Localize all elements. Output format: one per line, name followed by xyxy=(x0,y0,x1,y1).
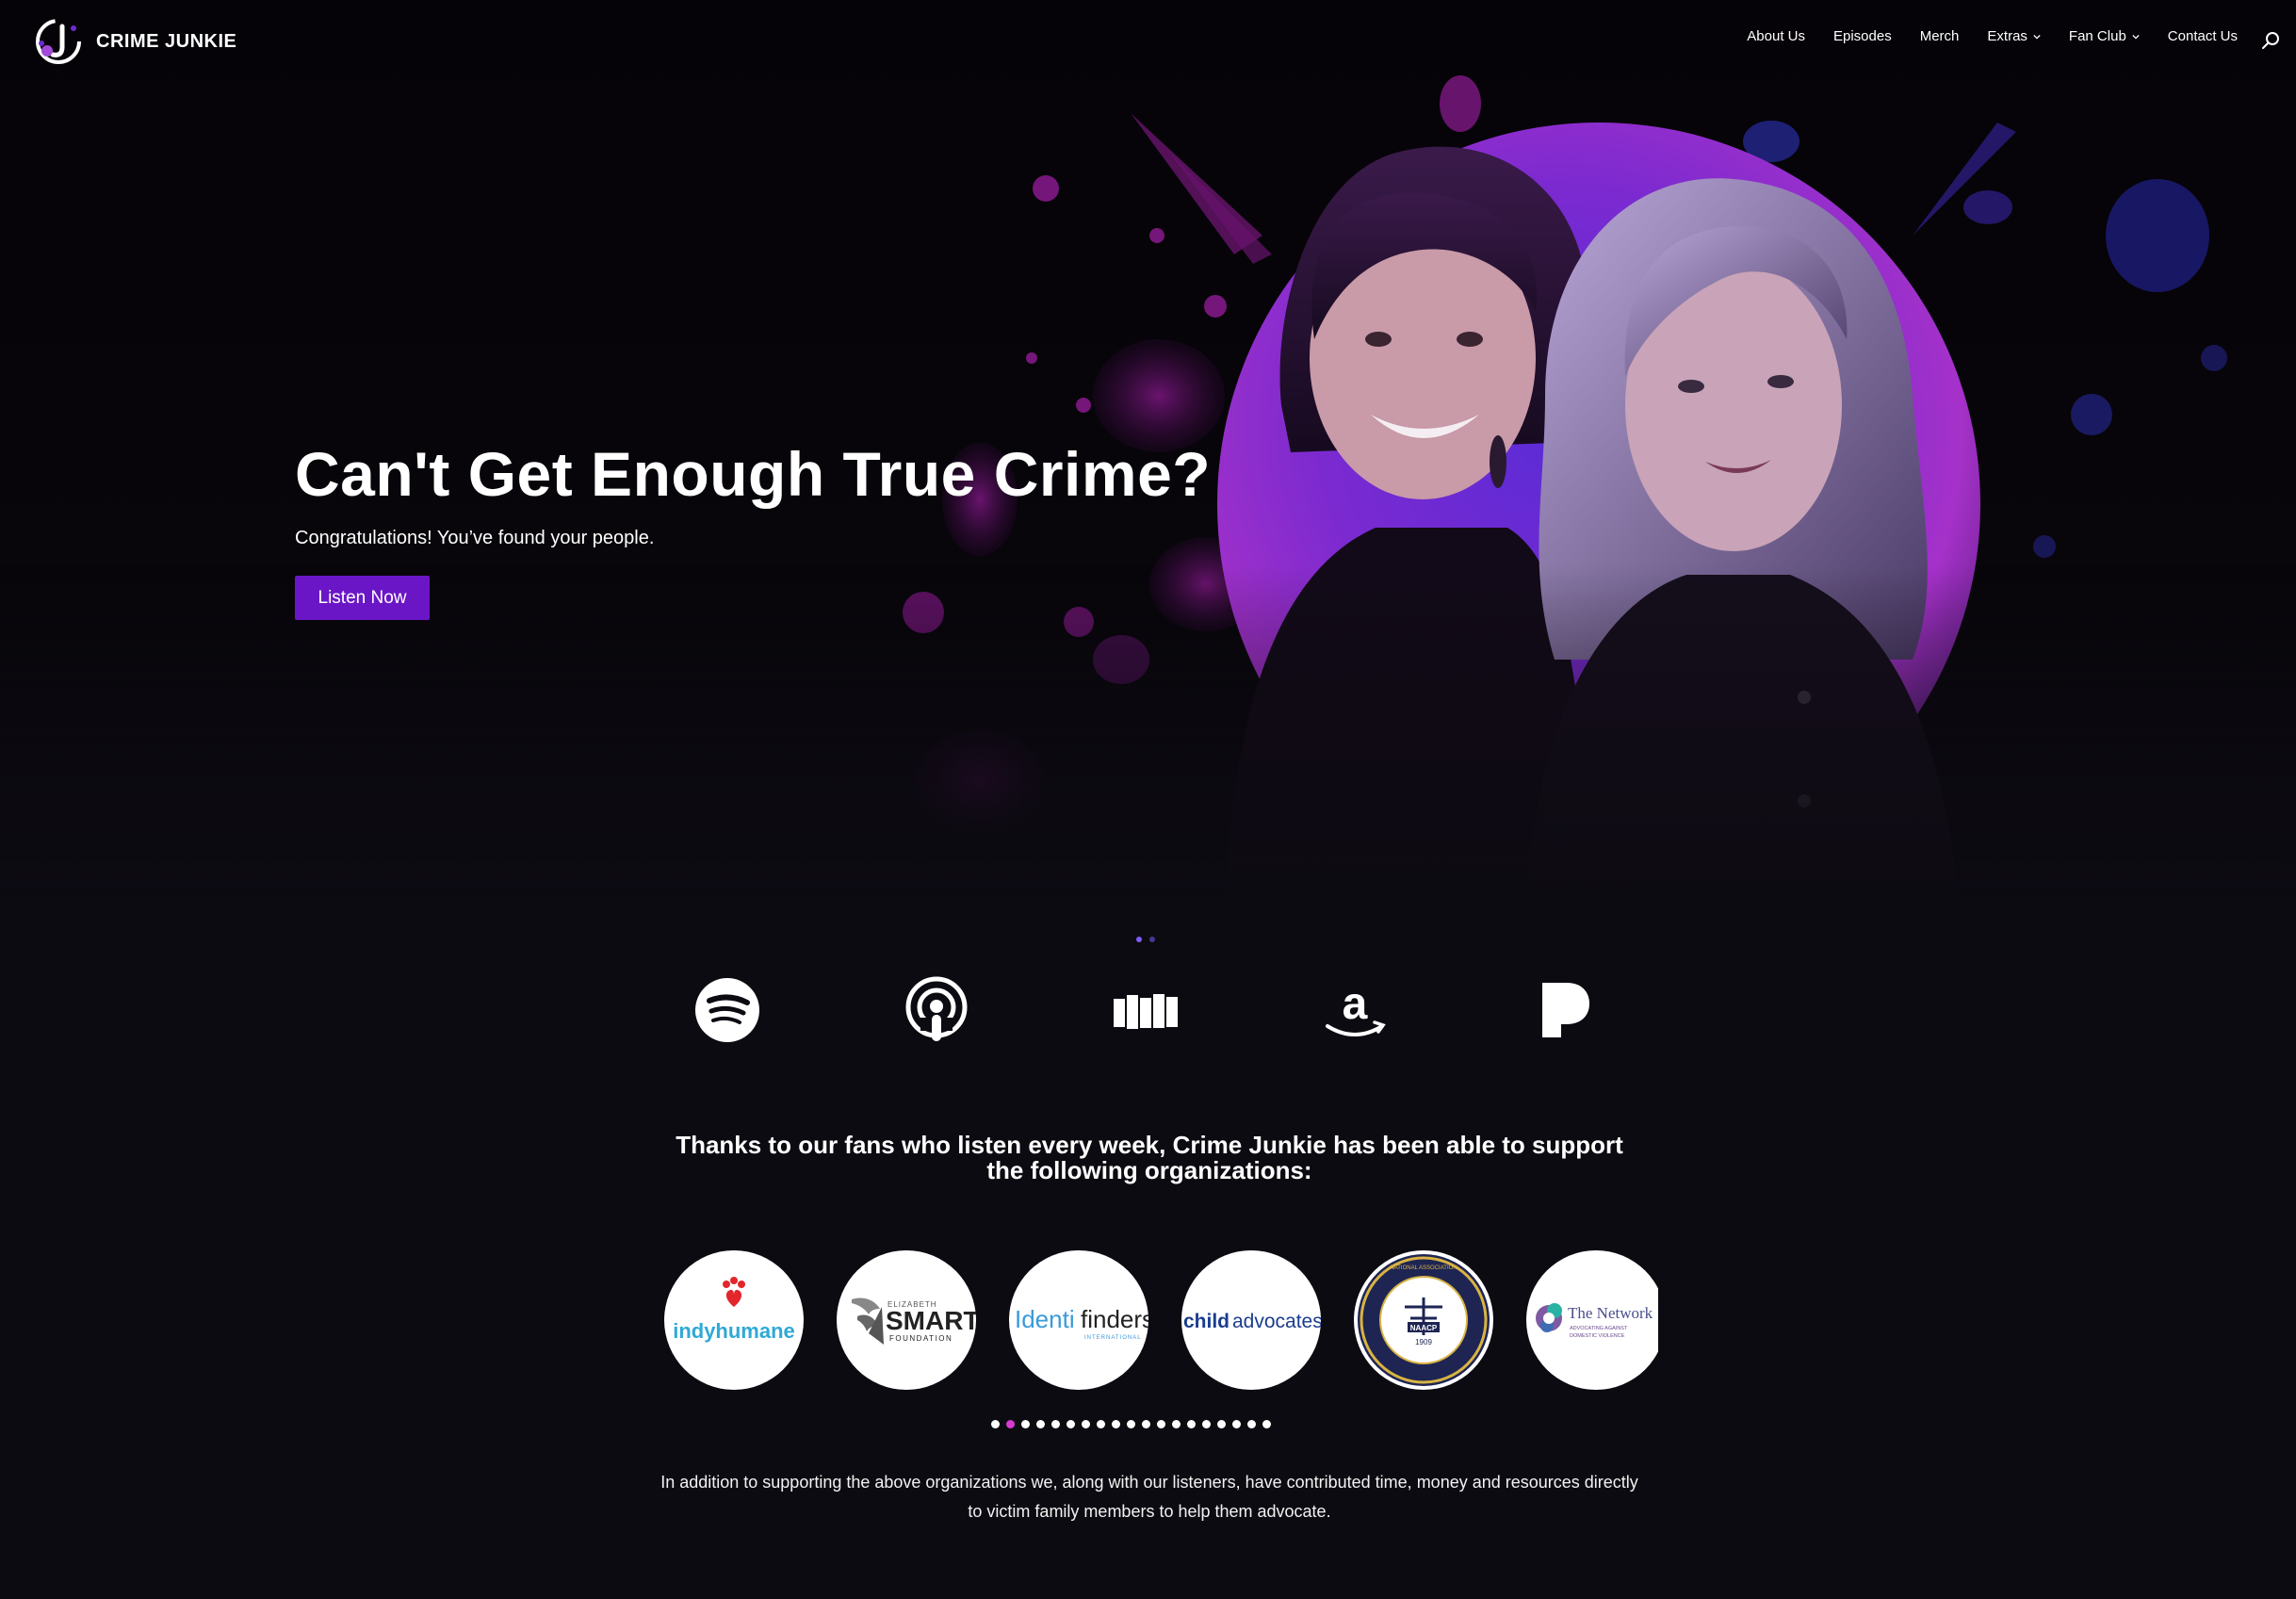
organizations-carousel-dot[interactable] xyxy=(991,1420,1000,1428)
org-logo-elizabeth-smart-foundation[interactable]: ELIZABETH SMART FOUNDATION xyxy=(837,1250,976,1390)
apple-podcasts-icon[interactable] xyxy=(902,975,971,1045)
organizations-carousel-dot[interactable] xyxy=(1006,1420,1015,1428)
nav-item-fan-club[interactable]: Fan Club xyxy=(2069,28,2140,44)
support-title: Thanks to our fans who listen every week… xyxy=(676,1131,1623,1184)
svg-text:advocates: advocates xyxy=(1232,1311,1321,1332)
svg-text:indyhumane: indyhumane xyxy=(673,1319,795,1343)
org-logo-the-network[interactable]: The Network ADVOCATING AGAINST DOMESTIC … xyxy=(1526,1250,1658,1390)
org-logo-identifinders[interactable]: Identi finders INTERNATIONAL xyxy=(1009,1250,1148,1390)
organizations-carousel-dot[interactable] xyxy=(1232,1420,1241,1428)
organizations-carousel-dot[interactable] xyxy=(1082,1420,1090,1428)
organizations-carousel-dot[interactable] xyxy=(1217,1420,1226,1428)
nav-item-contact-us[interactable]: Contact Us xyxy=(2168,28,2238,44)
stitcher-icon[interactable] xyxy=(1111,975,1181,1045)
hero-slider-dots xyxy=(1136,937,1155,942)
elizabeth-smart-foundation-logo: ELIZABETH SMART FOUNDATION xyxy=(852,1297,976,1345)
organizations-carousel-dot[interactable] xyxy=(1187,1420,1196,1428)
chevron-down-icon xyxy=(2033,34,2041,40)
organizations-carousel-dot[interactable] xyxy=(1021,1420,1030,1428)
logo-text: CRIME JUNKIE xyxy=(96,30,237,52)
nav-label: About Us xyxy=(1747,28,1805,44)
search-icon[interactable] xyxy=(2260,30,2281,51)
site-header: CRIME JUNKIE About Us Episodes Merch Ext… xyxy=(0,0,2296,83)
hero-slider-dot[interactable] xyxy=(1136,937,1142,942)
main-nav: About Us Episodes Merch Extras Fan Club … xyxy=(1747,28,2238,44)
organizations-carousel-dot[interactable] xyxy=(1112,1420,1120,1428)
organizations-carousel: indyhumane ELIZABETH SMART FOUNDATION Id… xyxy=(664,1250,1658,1390)
svg-text:DOMESTIC VIOLENCE: DOMESTIC VIOLENCE xyxy=(1570,1333,1625,1339)
page: Can't Get Enough True Crime? Congratulat… xyxy=(0,0,2296,1599)
nav-label: Contact Us xyxy=(2167,28,2238,44)
naacp-seal-logo: NAACP 1909 NATIONAL ASSOCIATION xyxy=(1358,1254,1490,1386)
svg-text:1909: 1909 xyxy=(1415,1338,1432,1346)
svg-text:NAACP: NAACP xyxy=(1410,1324,1438,1332)
organizations-carousel-dot[interactable] xyxy=(1097,1420,1105,1428)
indyhumane-logo: indyhumane xyxy=(673,1277,795,1343)
nav-item-episodes[interactable]: Episodes xyxy=(1833,28,1892,44)
hero-subtitle: Congratulations! You’ve found your peopl… xyxy=(295,528,655,548)
organizations-carousel-dot[interactable] xyxy=(1157,1420,1165,1428)
nav-label: Fan Club xyxy=(2068,28,2126,44)
organizations-carousel-dots xyxy=(991,1420,1271,1428)
svg-text:The Network: The Network xyxy=(1568,1304,1653,1322)
hero-slider-dot[interactable] xyxy=(1149,937,1155,942)
chevron-down-icon xyxy=(2132,34,2140,40)
hero-title: Can't Get Enough True Crime? xyxy=(295,439,1212,509)
org-logo-indyhumane[interactable]: indyhumane xyxy=(664,1250,804,1390)
svg-text:finders: finders xyxy=(1081,1305,1148,1333)
amazon-icon[interactable]: a xyxy=(1320,975,1390,1045)
svg-text:Identi: Identi xyxy=(1015,1305,1075,1333)
listen-now-button[interactable]: Listen Now xyxy=(295,576,430,620)
crime-junkie-logo-icon xyxy=(36,19,81,64)
organizations-carousel-dot[interactable] xyxy=(1202,1420,1211,1428)
spotify-icon[interactable] xyxy=(692,975,762,1045)
nav-label: Extras xyxy=(1987,28,2027,44)
svg-text:a: a xyxy=(1343,979,1368,1029)
svg-text:SMART: SMART xyxy=(886,1306,976,1335)
svg-text:NATIONAL ASSOCIATION: NATIONAL ASSOCIATION xyxy=(1390,1265,1457,1271)
nav-item-merch[interactable]: Merch xyxy=(1920,28,1960,44)
support-note: In addition to supporting the above orga… xyxy=(660,1473,1638,1521)
svg-text:child: child xyxy=(1183,1311,1229,1332)
the-network-logo: The Network ADVOCATING AGAINST DOMESTIC … xyxy=(1536,1303,1653,1339)
organizations-carousel-dot[interactable] xyxy=(1262,1420,1271,1428)
hero-section: Can't Get Enough True Crime? Congratulat… xyxy=(0,0,2296,905)
organizations-carousel-dot[interactable] xyxy=(1051,1420,1060,1428)
organizations-carousel-dot[interactable] xyxy=(1036,1420,1045,1428)
pandora-icon[interactable] xyxy=(1529,975,1599,1045)
organizations-carousel-dot[interactable] xyxy=(1172,1420,1181,1428)
org-logo-naacp[interactable]: NAACP 1909 NATIONAL ASSOCIATION xyxy=(1354,1250,1493,1390)
nav-label: Episodes xyxy=(1833,28,1892,44)
svg-text:ADVOCATING AGAINST: ADVOCATING AGAINST xyxy=(1570,1326,1628,1331)
organizations-carousel-dot[interactable] xyxy=(1067,1420,1075,1428)
platform-links: a xyxy=(692,975,1597,1079)
svg-text:INTERNATIONAL: INTERNATIONAL xyxy=(1084,1335,1142,1341)
organizations-carousel-dot[interactable] xyxy=(1247,1420,1256,1428)
organizations-carousel-dot[interactable] xyxy=(1127,1420,1135,1428)
identifinders-logo: Identi finders INTERNATIONAL xyxy=(1015,1305,1148,1341)
site-logo[interactable]: CRIME JUNKIE xyxy=(34,17,236,66)
nav-label: Merch xyxy=(1919,28,1960,44)
org-logo-childadvocates[interactable]: child advocates xyxy=(1181,1250,1321,1390)
organizations-carousel-dot[interactable] xyxy=(1142,1420,1150,1428)
childadvocates-logo: child advocates xyxy=(1183,1311,1321,1332)
svg-text:FOUNDATION: FOUNDATION xyxy=(889,1334,953,1343)
nav-item-extras[interactable]: Extras xyxy=(1987,28,2041,44)
nav-item-about-us[interactable]: About Us xyxy=(1747,28,1805,44)
